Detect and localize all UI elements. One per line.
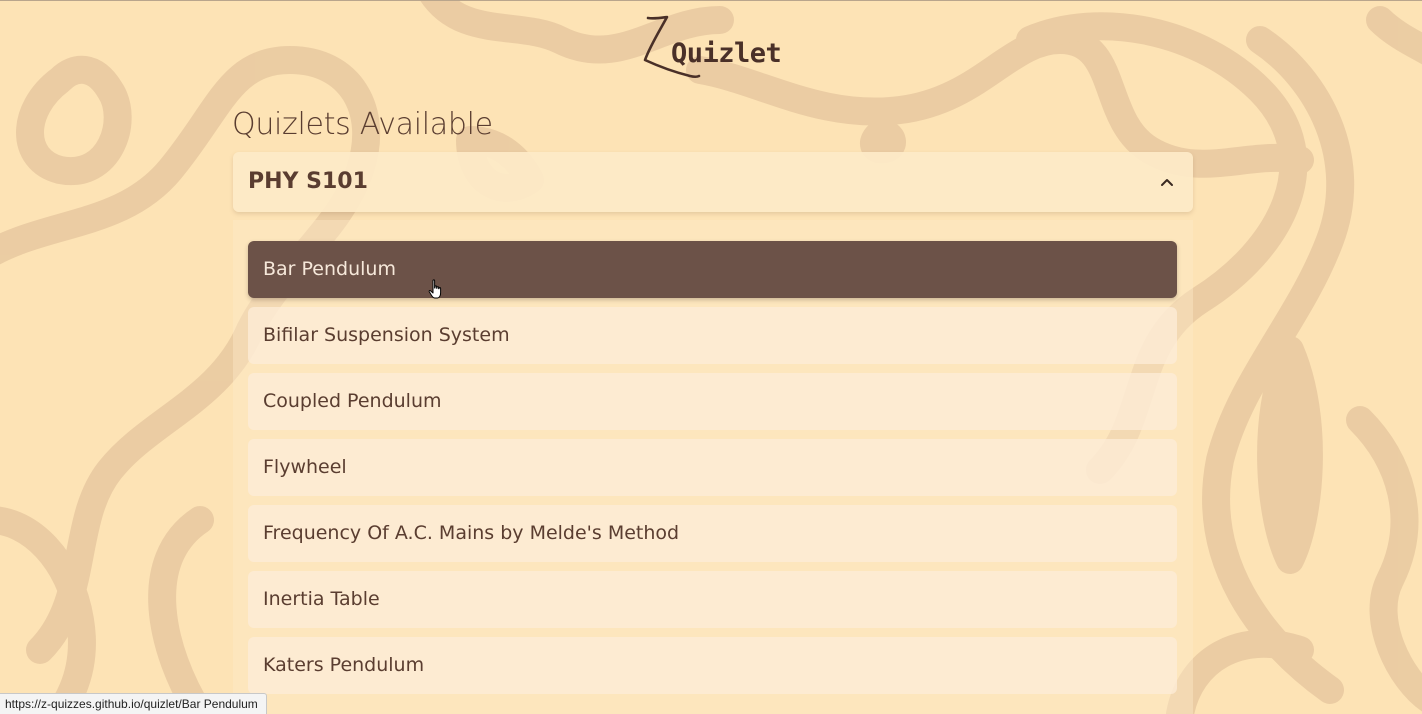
list-item-label: Coupled Pendulum: [263, 390, 442, 412]
page-title: Quizlets Available: [232, 107, 493, 142]
browser-status-bar-url: https://z-quizzes.github.io/quizlet/Bar …: [0, 693, 267, 714]
quizlet-item-flywheel[interactable]: Flywheel: [248, 439, 1177, 496]
list-item-label: Bifilar Suspension System: [263, 324, 510, 346]
list-item-label: Frequency Of A.C. Mains by Melde's Metho…: [263, 522, 680, 544]
accordion-header-phy-s101[interactable]: PHY S101: [233, 152, 1193, 212]
list-item-label: Inertia Table: [263, 588, 380, 610]
quizlet-item-bar-pendulum[interactable]: Bar Pendulum: [248, 241, 1177, 298]
window-top-border: [0, 0, 1422, 1]
accordion-title: PHY S101: [248, 169, 368, 194]
list-item-label: Katers Pendulum: [263, 654, 425, 676]
hand-pointer-cursor-icon: [428, 279, 442, 299]
list-item-label: Flywheel: [263, 456, 347, 478]
site-logo[interactable]: Quizlet: [640, 14, 790, 80]
quizlet-item-coupled-pendulum[interactable]: Coupled Pendulum: [248, 373, 1177, 430]
quizlet-item-katers-pendulum[interactable]: Katers Pendulum: [248, 637, 1177, 694]
list-item-label: Bar Pendulum: [263, 258, 396, 280]
quizlet-item-bifilar-suspension-system[interactable]: Bifilar Suspension System: [248, 307, 1177, 364]
quizlet-item-inertia-table[interactable]: Inertia Table: [248, 571, 1177, 628]
quizlet-item-frequency-of-ac-mains[interactable]: Frequency Of A.C. Mains by Melde's Metho…: [248, 505, 1177, 562]
logo-text: Quizlet: [671, 38, 782, 69]
chevron-up-icon[interactable]: [1159, 174, 1175, 190]
